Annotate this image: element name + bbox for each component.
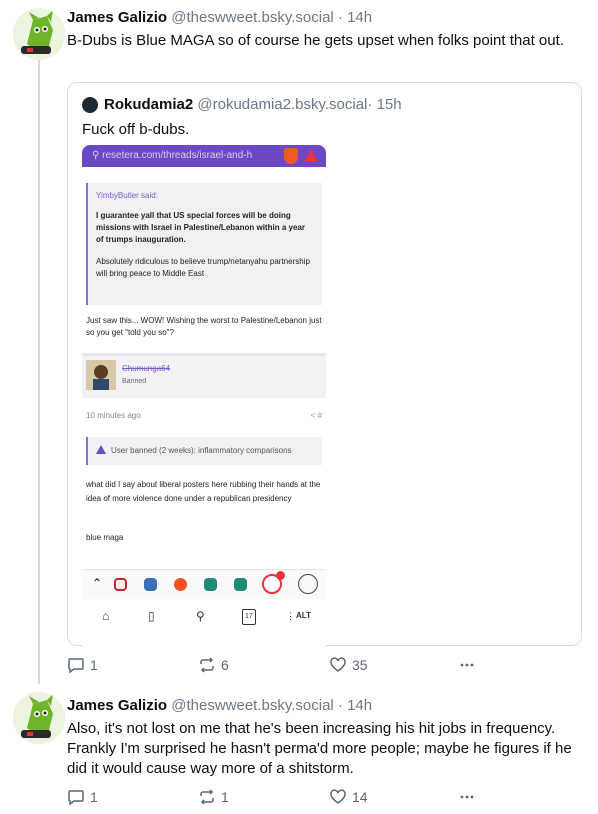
author-avatar[interactable] bbox=[13, 8, 65, 60]
forum-quote-bold: I guarantee yall that US special forces … bbox=[96, 210, 314, 246]
tab-count: 17 bbox=[242, 609, 256, 625]
forum-quote-bold-text: I guarantee yall that US special forces … bbox=[96, 211, 305, 244]
forum-post-time: 10 minutes ago bbox=[86, 411, 141, 420]
repost-button[interactable]: 1 bbox=[198, 788, 229, 806]
like-count: 14 bbox=[352, 789, 368, 805]
warning-triangle-icon bbox=[304, 149, 318, 162]
post-timestamp[interactable]: · 14h bbox=[334, 9, 372, 26]
heart-icon bbox=[330, 657, 346, 672]
embedded-screenshot-image[interactable]: ⚲ resetera.com/threads/israel-and-h Yimb… bbox=[82, 145, 326, 713]
warning-icon bbox=[96, 445, 106, 454]
menu-dots-icon: ⋮ bbox=[286, 611, 295, 621]
author-display-name[interactable]: James Galizio bbox=[67, 9, 167, 26]
speech-bubble-icon bbox=[68, 790, 84, 806]
author-avatar[interactable] bbox=[13, 692, 65, 744]
more-dots-icon bbox=[460, 795, 474, 799]
tab-favicon-2 bbox=[144, 578, 157, 591]
post-actions: 1 6 35 bbox=[67, 656, 487, 676]
chevron-up-icon: ⌃ bbox=[92, 576, 103, 590]
author-handle[interactable]: @theswweet.bsky.social bbox=[171, 697, 334, 714]
forum-quote-block: YimbyButler said: I guarantee yall that … bbox=[86, 183, 322, 305]
reply-button[interactable]: 1 bbox=[67, 656, 98, 674]
close-tab-icon bbox=[276, 571, 285, 580]
forum-ban-text: User banned (2 weeks): inflammatory comp… bbox=[111, 446, 292, 455]
heart-icon bbox=[330, 789, 346, 804]
alt-badge[interactable]: ALT bbox=[296, 609, 311, 623]
add-tab-icon bbox=[298, 574, 318, 594]
bookmark-icon: ▯ bbox=[148, 609, 155, 623]
like-count: 35 bbox=[352, 657, 368, 673]
tab-favicon-1 bbox=[114, 578, 127, 591]
forum-quote-author: YimbyButler said: bbox=[96, 191, 158, 200]
browser-nav-bar: ⌂ ▯ ⚲ 17 ⋮ ALT bbox=[82, 601, 326, 631]
tab-favicon-5 bbox=[234, 578, 247, 591]
forum-quote-rest: Absolutely ridiculous to believe trump/n… bbox=[96, 257, 310, 278]
forum-user-status: Banned bbox=[122, 378, 147, 385]
post-1[interactable]: James Galizio @theswweet.bsky.social · 1… bbox=[0, 0, 598, 713]
forum-reply-text-3: blue maga bbox=[86, 533, 124, 542]
forum-user-row: Chumunga64 Banned bbox=[82, 356, 326, 398]
author-handle[interactable]: @theswweet.bsky.social bbox=[171, 9, 334, 26]
reply-count: 1 bbox=[90, 657, 98, 673]
quoted-post[interactable]: Rokudamia2 @rokudamia2.bsky.social · 15h… bbox=[67, 82, 582, 713]
post-body: James Galizio @theswweet.bsky.social · 1… bbox=[67, 8, 586, 51]
home-icon: ⌂ bbox=[102, 609, 110, 623]
forum-share-icon: < # bbox=[310, 411, 322, 420]
browser-url: resetera.com/threads/israel-and-h bbox=[102, 150, 253, 161]
search-icon: ⚲ bbox=[196, 609, 205, 623]
author-display-name[interactable]: James Galizio bbox=[67, 697, 167, 714]
post-header: James Galizio @theswweet.bsky.social · 1… bbox=[67, 696, 586, 716]
post-timestamp[interactable]: · 14h bbox=[334, 697, 372, 714]
repost-arrows-icon bbox=[200, 657, 214, 673]
forum-reply-text-1: Just saw this... WOW! Wishing the worst … bbox=[86, 316, 322, 337]
forum-page-content: YimbyButler said: I guarantee yall that … bbox=[82, 167, 326, 569]
post-body: James Galizio @theswweet.bsky.social · 1… bbox=[67, 696, 586, 779]
quoted-author-handle[interactable]: @rokudamia2.bsky.social bbox=[197, 95, 367, 115]
repost-button[interactable]: 6 bbox=[198, 656, 229, 674]
quoted-author-avatar[interactable] bbox=[82, 97, 98, 113]
browser-url-bar: ⚲ resetera.com/threads/israel-and-h bbox=[82, 145, 326, 167]
repost-arrows-icon bbox=[200, 789, 214, 805]
speech-bubble-icon bbox=[68, 658, 84, 674]
quoted-post-text: Fuck off b-dubs. bbox=[82, 121, 190, 138]
brave-lion-icon bbox=[284, 148, 298, 164]
browser-tab-strip: ⌃ bbox=[82, 569, 326, 599]
more-options-button[interactable] bbox=[458, 656, 476, 674]
like-button[interactable]: 35 bbox=[329, 656, 368, 674]
forum-reply-text-2: what did I say about liberal posters her… bbox=[86, 480, 321, 503]
post-text: Also, it's not lost on me that he's been… bbox=[67, 720, 572, 777]
reply-count: 1 bbox=[90, 789, 98, 805]
post-header: James Galizio @theswweet.bsky.social · 1… bbox=[67, 8, 586, 28]
more-options-button[interactable] bbox=[458, 788, 476, 806]
repost-count: 6 bbox=[221, 657, 229, 673]
like-button[interactable]: 14 bbox=[329, 788, 368, 806]
tab-favicon-4 bbox=[204, 578, 217, 591]
post-2[interactable]: James Galizio @theswweet.bsky.social · 1… bbox=[0, 684, 598, 814]
lock-icon: ⚲ bbox=[92, 150, 103, 161]
quoted-author-display-name[interactable]: Rokudamia2 bbox=[104, 95, 193, 115]
more-dots-icon bbox=[460, 663, 474, 667]
repost-count: 1 bbox=[221, 789, 229, 805]
tab-favicon-3 bbox=[174, 578, 187, 591]
forum-user-avatar bbox=[86, 360, 116, 390]
forum-ban-notice: User banned (2 weeks): inflammatory comp… bbox=[86, 437, 322, 465]
reply-button[interactable]: 1 bbox=[67, 788, 98, 806]
quoted-post-timestamp[interactable]: · 15h bbox=[367, 95, 401, 115]
forum-username: Chumunga64 bbox=[122, 364, 171, 373]
post-text: B-Dubs is Blue MAGA so of course he gets… bbox=[67, 32, 564, 49]
post-actions: 1 1 14 bbox=[67, 788, 487, 808]
quoted-post-header: Rokudamia2 @rokudamia2.bsky.social · 15h bbox=[82, 95, 402, 115]
